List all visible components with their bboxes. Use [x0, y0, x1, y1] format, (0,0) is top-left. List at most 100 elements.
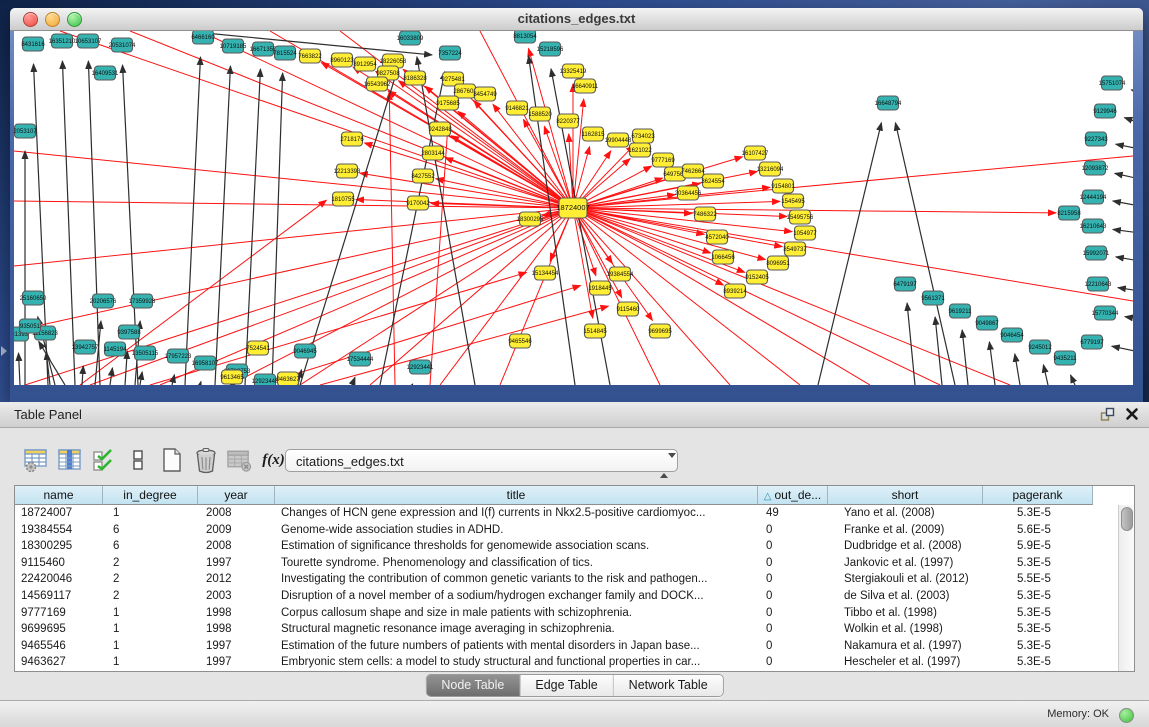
- graph-node[interactable]: 1145194: [104, 342, 128, 356]
- graph-node[interactable]: 16107427: [742, 146, 769, 160]
- graph-node[interactable]: 9175685: [436, 96, 460, 110]
- table-row[interactable]: 969969511998Structural magnetic resonanc…: [15, 621, 1134, 638]
- new-table-button[interactable]: [158, 446, 185, 474]
- table-row[interactable]: 946362711997Embryonic stem cells: a mode…: [15, 654, 1134, 671]
- graph-node[interactable]: 16648794: [875, 96, 902, 110]
- function-builder-button[interactable]: f(x): [260, 446, 287, 474]
- row-height-button[interactable]: [124, 446, 151, 474]
- graph-node[interactable]: 9561371: [921, 291, 945, 305]
- graph-node[interactable]: 1918445: [588, 281, 612, 295]
- column-header-pagerank[interactable]: pagerank: [983, 486, 1093, 505]
- graph-node[interactable]: 15495756: [787, 210, 814, 224]
- table-row[interactable]: 911546021997Tourette syndrome. Phenomeno…: [15, 555, 1134, 572]
- network-graph[interactable]: 6466160107191851667135578155248431616163…: [14, 31, 1133, 385]
- graph-node[interactable]: 18724007: [556, 198, 589, 218]
- memory-status-icon[interactable]: [1119, 708, 1134, 723]
- graph-node[interactable]: 7524541: [246, 341, 270, 355]
- graph-node[interactable]: 9699695: [648, 324, 672, 338]
- graph-node[interactable]: 18300295: [517, 212, 544, 226]
- graph-node[interactable]: 3624554: [701, 174, 725, 188]
- graph-node[interactable]: 9046945: [293, 344, 317, 358]
- graph-node[interactable]: 1514845: [583, 324, 607, 338]
- vertical-scrollbar[interactable]: [1118, 505, 1134, 671]
- graph-node[interactable]: 1066456: [711, 250, 735, 264]
- graph-node[interactable]: 6479197: [893, 277, 917, 291]
- graph-node[interactable]: 7486322: [693, 207, 717, 221]
- tab-edge-table[interactable]: Edge Table: [520, 675, 613, 696]
- graph-node[interactable]: 7357224: [438, 46, 462, 60]
- graph-node[interactable]: 9242848: [428, 122, 452, 136]
- graph-node[interactable]: 12210643: [1085, 277, 1112, 291]
- delete-column-disabled-button[interactable]: [226, 446, 253, 474]
- graph-node[interactable]: 10719185: [220, 39, 247, 53]
- graph-node[interactable]: 8960123: [330, 53, 354, 67]
- graph-node[interactable]: 15992071: [1083, 246, 1110, 260]
- graph-node[interactable]: 7663822: [298, 49, 322, 63]
- graph-node[interactable]: 9115460: [617, 302, 641, 316]
- graph-node[interactable]: 9227343: [1084, 132, 1108, 146]
- graph-node[interactable]: 13505115: [132, 346, 159, 360]
- graph-node[interactable]: 8549737: [783, 242, 807, 256]
- column-header-year[interactable]: year: [198, 486, 275, 505]
- graph-node[interactable]: 10653107: [75, 34, 102, 48]
- graph-node[interactable]: 13942757: [72, 340, 99, 354]
- graph-node[interactable]: 15134454: [532, 266, 559, 280]
- graph-node[interactable]: 9049867: [975, 316, 999, 330]
- graph-node[interactable]: 935051: [20, 319, 41, 333]
- graph-node[interactable]: 6734023: [631, 129, 655, 143]
- graph-node[interactable]: 15751074: [1099, 76, 1126, 90]
- table-row[interactable]: 1938455462009Genome-wide association stu…: [15, 522, 1134, 539]
- graph-node[interactable]: 9146821: [505, 101, 529, 115]
- column-header-short[interactable]: short: [828, 486, 983, 505]
- graph-node[interactable]: 9046454: [1000, 328, 1024, 342]
- delete-table-button[interactable]: [192, 446, 219, 474]
- graph-node[interactable]: 8215958: [1057, 206, 1081, 220]
- table-row[interactable]: 1872400712008Changes of HCN gene express…: [15, 505, 1134, 522]
- column-header-title[interactable]: title: [275, 486, 758, 505]
- graph-node[interactable]: 12093872: [1082, 161, 1109, 175]
- graph-node[interactable]: 2053107: [14, 124, 37, 138]
- graph-node[interactable]: 19904448: [605, 133, 632, 147]
- splitter-handle[interactable]: [1, 346, 7, 356]
- graph-node[interactable]: 9154801: [771, 179, 795, 193]
- graph-node[interactable]: 9170042: [406, 196, 430, 210]
- float-window-icon[interactable]: [1100, 407, 1115, 422]
- graph-node[interactable]: 20206576: [90, 294, 117, 308]
- graph-node[interactable]: 16033809: [397, 31, 424, 45]
- graph-node[interactable]: 7462664: [681, 164, 705, 178]
- select-rows-button[interactable]: [90, 446, 117, 474]
- graph-node[interactable]: 12444194: [1080, 190, 1107, 204]
- graph-node[interactable]: 6466160: [191, 31, 215, 44]
- graph-node[interactable]: 4572040: [705, 230, 729, 244]
- graph-node[interactable]: 17957223: [165, 349, 192, 363]
- graph-node[interactable]: 20531074: [109, 38, 136, 52]
- graph-node[interactable]: 12923448: [252, 374, 279, 385]
- graph-node[interactable]: 1621022: [628, 143, 652, 157]
- graph-node[interactable]: 9463627: [276, 372, 300, 385]
- graph-node[interactable]: 8912954: [353, 57, 377, 71]
- graph-node[interactable]: 16543962: [364, 77, 391, 91]
- graph-node[interactable]: 8186328: [403, 71, 427, 85]
- graph-node[interactable]: 13216094: [757, 162, 784, 176]
- graph-node[interactable]: 8096951: [766, 256, 790, 270]
- graph-node[interactable]: 15218596: [537, 42, 564, 56]
- table-row[interactable]: 1456911722003Disruption of a novel membe…: [15, 588, 1134, 605]
- graph-node[interactable]: 1054977: [793, 226, 817, 240]
- graph-node[interactable]: 16409531: [92, 66, 119, 80]
- graph-node[interactable]: 7815524: [273, 46, 297, 60]
- graph-node[interactable]: 9129946: [1093, 104, 1117, 118]
- graph-node[interactable]: 19384554: [607, 267, 634, 281]
- graph-node[interactable]: 9777169: [651, 153, 675, 167]
- column-header-out_de[interactable]: △out_de...: [758, 486, 828, 505]
- graph-node[interactable]: 20364456: [675, 186, 702, 200]
- graph-node[interactable]: 9465546: [508, 334, 532, 348]
- table-row[interactable]: 1830029562008Estimation of significance …: [15, 538, 1134, 555]
- table-selector-dropdown[interactable]: citations_edges.txt: [285, 449, 678, 472]
- graph-node[interactable]: 9435211: [1054, 351, 1078, 365]
- graph-node[interactable]: 1588520: [528, 107, 552, 121]
- graph-node[interactable]: 2718176: [340, 132, 364, 146]
- table-row[interactable]: 977716911998Corpus callosum shape and si…: [15, 605, 1134, 622]
- graph-node[interactable]: 17359928: [129, 294, 156, 308]
- graph-node[interactable]: 16640911: [572, 79, 599, 93]
- column-header-in_degree[interactable]: in_degree: [103, 486, 198, 505]
